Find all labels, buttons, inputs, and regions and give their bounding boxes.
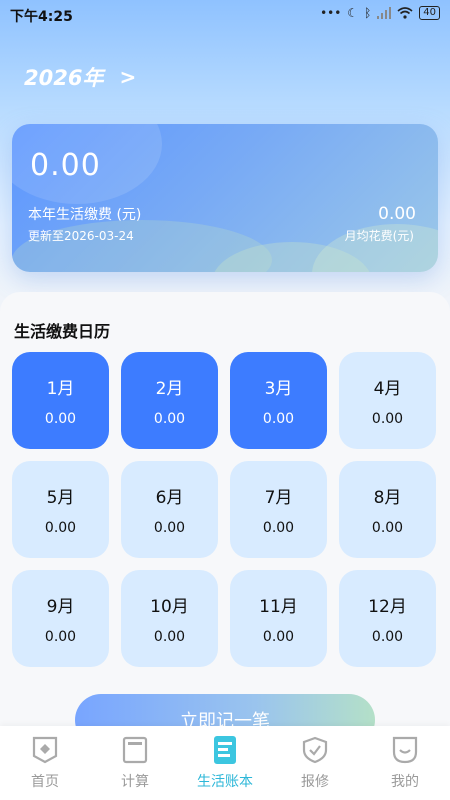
nav-label: 我的: [391, 774, 419, 790]
year-label: 2026年: [24, 66, 104, 90]
bluetooth-icon: ᛒ: [364, 6, 372, 20]
nav-label: 生活账本: [197, 774, 253, 790]
moon-icon: ☾: [347, 6, 359, 20]
month-amount: 0.00: [262, 411, 295, 427]
ledger-icon: [210, 735, 240, 765]
month-cell[interactable]: 8月 0.00: [339, 461, 436, 558]
nav-label: 报修: [301, 774, 329, 790]
month-cell[interactable]: 4月 0.00: [339, 352, 436, 449]
monthly-average-label: 月均花费(元): [344, 229, 414, 243]
nav-label: 计算: [121, 774, 149, 790]
calendar-title: 生活缴费日历: [14, 322, 111, 341]
month-label: 4月: [373, 379, 402, 399]
month-cell[interactable]: 9月 0.00: [12, 570, 109, 667]
month-label: 1月: [46, 379, 75, 399]
month-amount: 0.00: [153, 629, 186, 645]
status-bar: 下午4:25 ••• ☾ ᛒ 40: [0, 0, 450, 28]
repair-shield-icon: [300, 735, 330, 765]
nav-item-profile[interactable]: 我的: [360, 726, 450, 800]
month-label: 2月: [155, 379, 184, 399]
updated-date: 更新至2026-03-24: [28, 229, 134, 243]
month-amount: 0.00: [44, 629, 77, 645]
annual-total-label: 本年生活缴费 (元): [28, 207, 142, 223]
wifi-icon: [397, 7, 413, 19]
month-cell[interactable]: 12月 0.00: [339, 570, 436, 667]
month-amount: 0.00: [371, 411, 404, 427]
year-selector[interactable]: 2026年 >: [24, 62, 136, 92]
month-label: 3月: [264, 379, 293, 399]
month-amount: 0.00: [44, 520, 77, 536]
month-cell[interactable]: 6月 0.00: [121, 461, 218, 558]
month-amount: 0.00: [262, 629, 295, 645]
nav-item-calculate[interactable]: 计算: [90, 726, 180, 800]
status-time: 下午4:25: [10, 9, 73, 25]
month-label: 8月: [373, 488, 402, 508]
month-label: 7月: [264, 488, 293, 508]
calculator-icon: [120, 735, 150, 765]
month-cell[interactable]: 10月 0.00: [121, 570, 218, 667]
nav-label: 首页: [31, 774, 59, 790]
profile-icon: [390, 735, 420, 765]
battery-icon: 40: [419, 6, 440, 20]
summary-card: 0.00 本年生活缴费 (元) 更新至2026-03-24 0.00 月均花费(…: [12, 124, 438, 272]
month-label: 6月: [155, 488, 184, 508]
chevron-right-icon: >: [119, 65, 137, 89]
month-amount: 0.00: [44, 411, 77, 427]
nav-item-repair[interactable]: 报修: [270, 726, 360, 800]
signal-icon: [377, 7, 392, 19]
monthly-average-amount: 0.00: [378, 204, 416, 224]
month-cell[interactable]: 5月 0.00: [12, 461, 109, 558]
month-label: 9月: [46, 597, 75, 617]
month-cell[interactable]: 1月 0.00: [12, 352, 109, 449]
bottom-nav: 首页 计算 生活账本 报修 我的: [0, 726, 450, 800]
home-icon: [30, 735, 60, 765]
month-label: 10月: [150, 597, 189, 617]
more-dots-icon: •••: [320, 6, 342, 20]
status-icons: ••• ☾ ᛒ 40: [320, 6, 440, 20]
month-amount: 0.00: [262, 520, 295, 536]
month-label: 12月: [368, 597, 407, 617]
month-amount: 0.00: [153, 411, 186, 427]
month-cell[interactable]: 2月 0.00: [121, 352, 218, 449]
nav-item-home[interactable]: 首页: [0, 726, 90, 800]
nav-item-life-ledger[interactable]: 生活账本: [180, 726, 270, 800]
month-cell[interactable]: 7月 0.00: [230, 461, 327, 558]
month-label: 11月: [259, 597, 298, 617]
month-cell[interactable]: 11月 0.00: [230, 570, 327, 667]
month-amount: 0.00: [371, 520, 404, 536]
annual-total-amount: 0.00: [30, 148, 101, 183]
month-amount: 0.00: [371, 629, 404, 645]
month-amount: 0.00: [153, 520, 186, 536]
month-grid: 1月 0.00 2月 0.00 3月 0.00 4月 0.00 5月 0.00 6月 0.00 7月 0.…: [12, 352, 436, 667]
month-cell[interactable]: 3月 0.00: [230, 352, 327, 449]
month-label: 5月: [46, 488, 75, 508]
